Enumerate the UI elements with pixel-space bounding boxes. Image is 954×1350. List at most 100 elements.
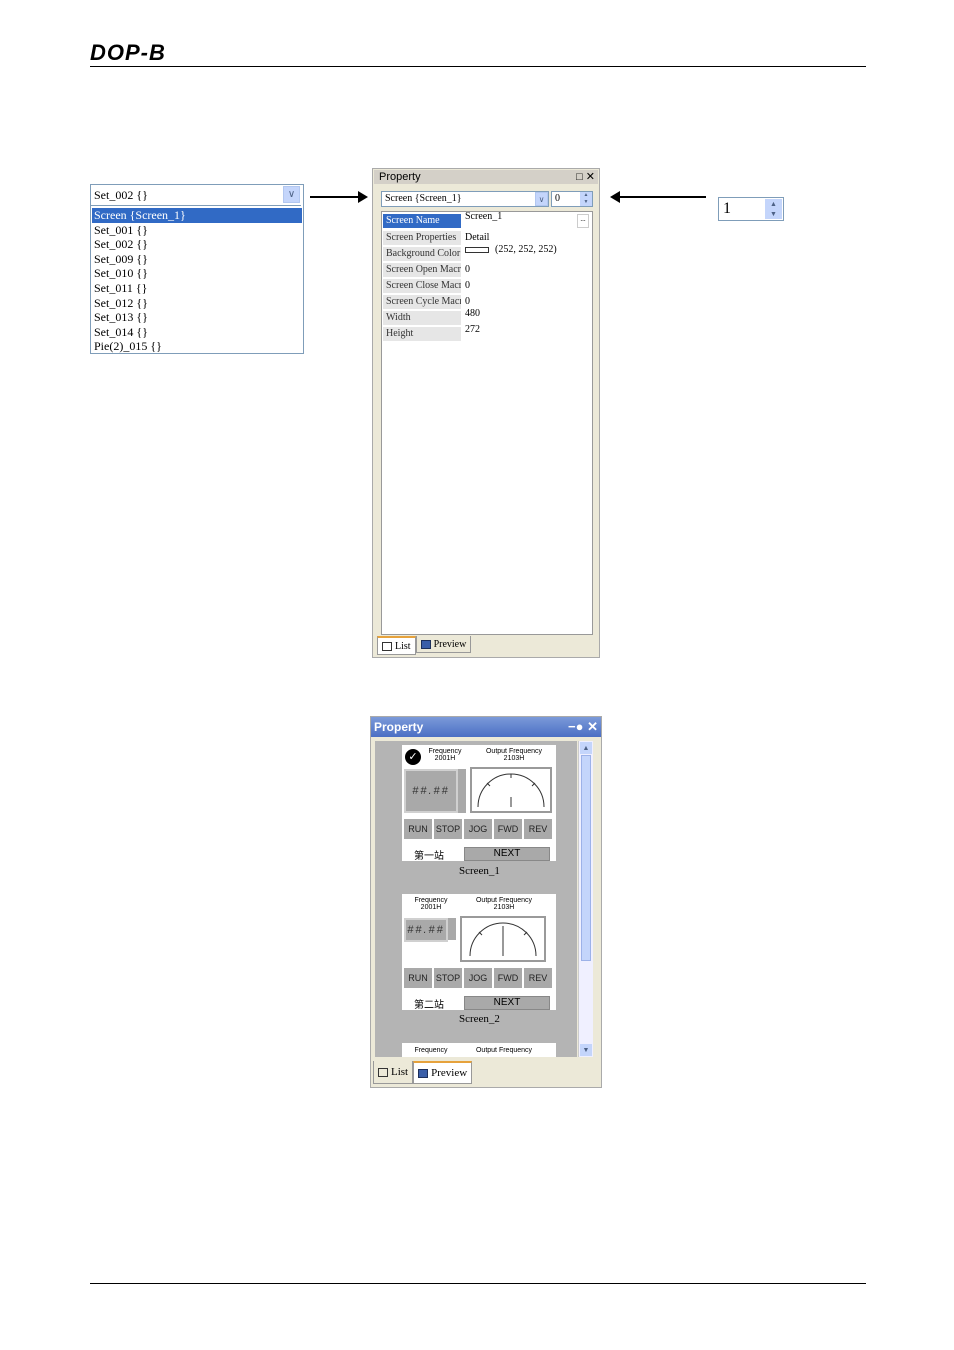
property-value[interactable]: 480 — [465, 307, 480, 321]
maximize-icon[interactable]: □ — [576, 171, 583, 183]
screen-dropdown[interactable]: Set_002 {} ∨ Screen {Screen_1} Set_001 {… — [90, 184, 304, 354]
spin-up-icon[interactable]: ▲ — [580, 192, 592, 199]
property-value[interactable]: Screen_1 — [465, 210, 502, 224]
property-key: Screen Name — [383, 214, 461, 228]
number-spinner[interactable]: 1 ▲ ▼ — [718, 197, 784, 221]
tab-preview[interactable]: Preview — [413, 1061, 473, 1084]
property-row[interactable]: Height 272 — [383, 324, 591, 342]
property-panel-preview: Property −● ✕ ✓ Frequency 2001H Output Fr… — [370, 716, 602, 1088]
color-value: (252, 252, 252) — [495, 244, 557, 255]
property-row[interactable]: Screen Close Macro 0 — [383, 279, 591, 294]
screen-name-label: Screen_1 — [459, 865, 500, 877]
property-key: Screen Properties — [383, 231, 461, 245]
tab-list-label: List — [391, 1066, 409, 1078]
dropdown-list: Screen {Screen_1} Set_001 {} Set_002 {} … — [92, 208, 302, 354]
frequency-label: Frequency — [414, 1047, 448, 1054]
panel-title: Property — [374, 720, 424, 734]
preview-area[interactable]: ✓ Frequency 2001H Output Frequency 2103H #… — [375, 741, 577, 1057]
property-row[interactable]: Background Color (252, 252, 252) — [383, 244, 591, 262]
dropdown-item[interactable]: Set_011 {} — [92, 281, 302, 296]
dropdown-item[interactable]: Set_001 {} — [92, 223, 302, 238]
pin-icon[interactable]: −● — [568, 719, 583, 734]
chevron-down-icon[interactable]: ∨ — [535, 192, 548, 206]
object-number-value: 0 — [555, 193, 560, 204]
dropdown-item[interactable]: Set_002 {} — [92, 237, 302, 252]
property-value[interactable]: 272 — [465, 323, 480, 337]
close-icon[interactable]: ✕ — [586, 171, 595, 183]
panel-tabs: List Preview — [373, 1061, 473, 1084]
arrow-left-icon — [610, 191, 706, 203]
tab-list[interactable]: List — [373, 1061, 414, 1084]
object-number-spinner[interactable]: 0 ▲ ▼ — [551, 191, 593, 207]
property-value[interactable]: 0 — [465, 263, 470, 277]
jog-button[interactable]: JOG — [464, 968, 492, 988]
property-row[interactable]: Screen Open Macro 0 — [383, 263, 591, 278]
property-panel-list: Property □ ✕ Screen {Screen_1} ∨ 0 ▲ ▼ S… — [372, 168, 600, 658]
monitor-icon — [420, 639, 431, 649]
scroll-down-icon[interactable]: ▼ — [580, 1044, 592, 1056]
property-row[interactable]: Screen Cycle Macro 0 — [383, 295, 591, 310]
spin-down-icon[interactable]: ▼ — [765, 209, 782, 219]
close-icon[interactable]: ✕ — [587, 719, 598, 734]
run-button[interactable]: RUN — [404, 819, 432, 839]
dropdown-selected-value: Set_002 {} — [94, 188, 148, 202]
spinner-buttons[interactable]: ▲ ▼ — [580, 192, 592, 206]
object-combo[interactable]: Screen {Screen_1} ∨ — [381, 191, 549, 207]
next-button[interactable]: NEXT — [464, 996, 550, 1010]
screen-thumbnail[interactable]: ✓ Frequency 2001H Output Frequency 2103H #… — [402, 745, 556, 862]
dropdown-item[interactable]: Set_012 {} — [92, 296, 302, 311]
property-row[interactable]: Width 480 — [383, 308, 591, 326]
spin-down-icon[interactable]: ▼ — [580, 199, 592, 206]
jog-button[interactable]: JOG — [464, 819, 492, 839]
monitor-icon — [418, 1068, 429, 1078]
property-key: Screen Cycle Macro — [383, 295, 461, 309]
header-rule — [90, 66, 866, 67]
frequency-gauge — [460, 916, 546, 962]
spinner-value: 1 — [723, 200, 731, 217]
property-row[interactable]: Screen Name Screen_1 ... — [383, 211, 591, 229]
tab-list[interactable]: List — [377, 636, 416, 655]
dropdown-item[interactable]: Set_013 {} — [92, 310, 302, 325]
stop-button[interactable]: STOP — [434, 968, 462, 988]
dropdown-header[interactable]: Set_002 {} ∨ — [91, 185, 301, 206]
property-grid: Screen Name Screen_1 ... Screen Properti… — [381, 211, 593, 635]
fwd-button[interactable]: FWD — [494, 968, 522, 988]
property-value-color[interactable]: (252, 252, 252) — [465, 243, 557, 257]
display-bar — [448, 918, 456, 940]
spin-up-icon[interactable]: ▲ — [765, 199, 782, 209]
output-frequency-label: Output Frequency 2103H — [485, 748, 543, 762]
frequency-display: ##.## — [404, 918, 448, 942]
scrollbar-thumb[interactable] — [581, 755, 591, 961]
station-label: 第一站 — [414, 851, 444, 862]
property-key: Screen Open Macro — [383, 263, 461, 277]
dropdown-item[interactable]: Pie(2)_015 {} — [92, 339, 302, 354]
screen-thumbnail[interactable]: Frequency Output Frequency — [402, 1043, 556, 1057]
clipboard-icon — [382, 641, 392, 651]
spinner-buttons[interactable]: ▲ ▼ — [765, 199, 782, 219]
check-icon: ✓ — [405, 749, 421, 765]
ellipsis-button[interactable]: ... — [577, 214, 589, 228]
property-value[interactable]: 0 — [465, 279, 470, 293]
scroll-up-icon[interactable]: ▲ — [580, 742, 592, 754]
rev-button[interactable]: REV — [524, 819, 552, 839]
tab-preview[interactable]: Preview — [415, 636, 472, 653]
control-buttons: RUN STOP JOG FWD REV — [404, 968, 552, 988]
next-button[interactable]: NEXT — [464, 847, 550, 861]
gauge-dial-icon — [477, 773, 545, 808]
window-buttons: □ ✕ — [576, 170, 595, 184]
screen-thumbnail[interactable]: Frequency 2001H Output Frequency 2103H ##.… — [402, 894, 556, 1011]
panel-title-bar: Property −● ✕ — [371, 717, 601, 737]
stop-button[interactable]: STOP — [434, 819, 462, 839]
dropdown-item[interactable]: Set_014 {} — [92, 325, 302, 340]
run-button[interactable]: RUN — [404, 968, 432, 988]
dropdown-item[interactable]: Set_009 {} — [92, 252, 302, 267]
display-bar — [458, 769, 466, 813]
rev-button[interactable]: REV — [524, 968, 552, 988]
vertical-scrollbar[interactable]: ▲ ▼ — [578, 741, 593, 1057]
dropdown-item[interactable]: Set_010 {} — [92, 266, 302, 281]
panel-tabs: List Preview — [377, 636, 472, 655]
fwd-button[interactable]: FWD — [494, 819, 522, 839]
dropdown-item[interactable]: Screen {Screen_1} — [92, 208, 302, 223]
footer-rule — [90, 1283, 866, 1284]
chevron-down-icon[interactable]: ∨ — [283, 186, 300, 203]
